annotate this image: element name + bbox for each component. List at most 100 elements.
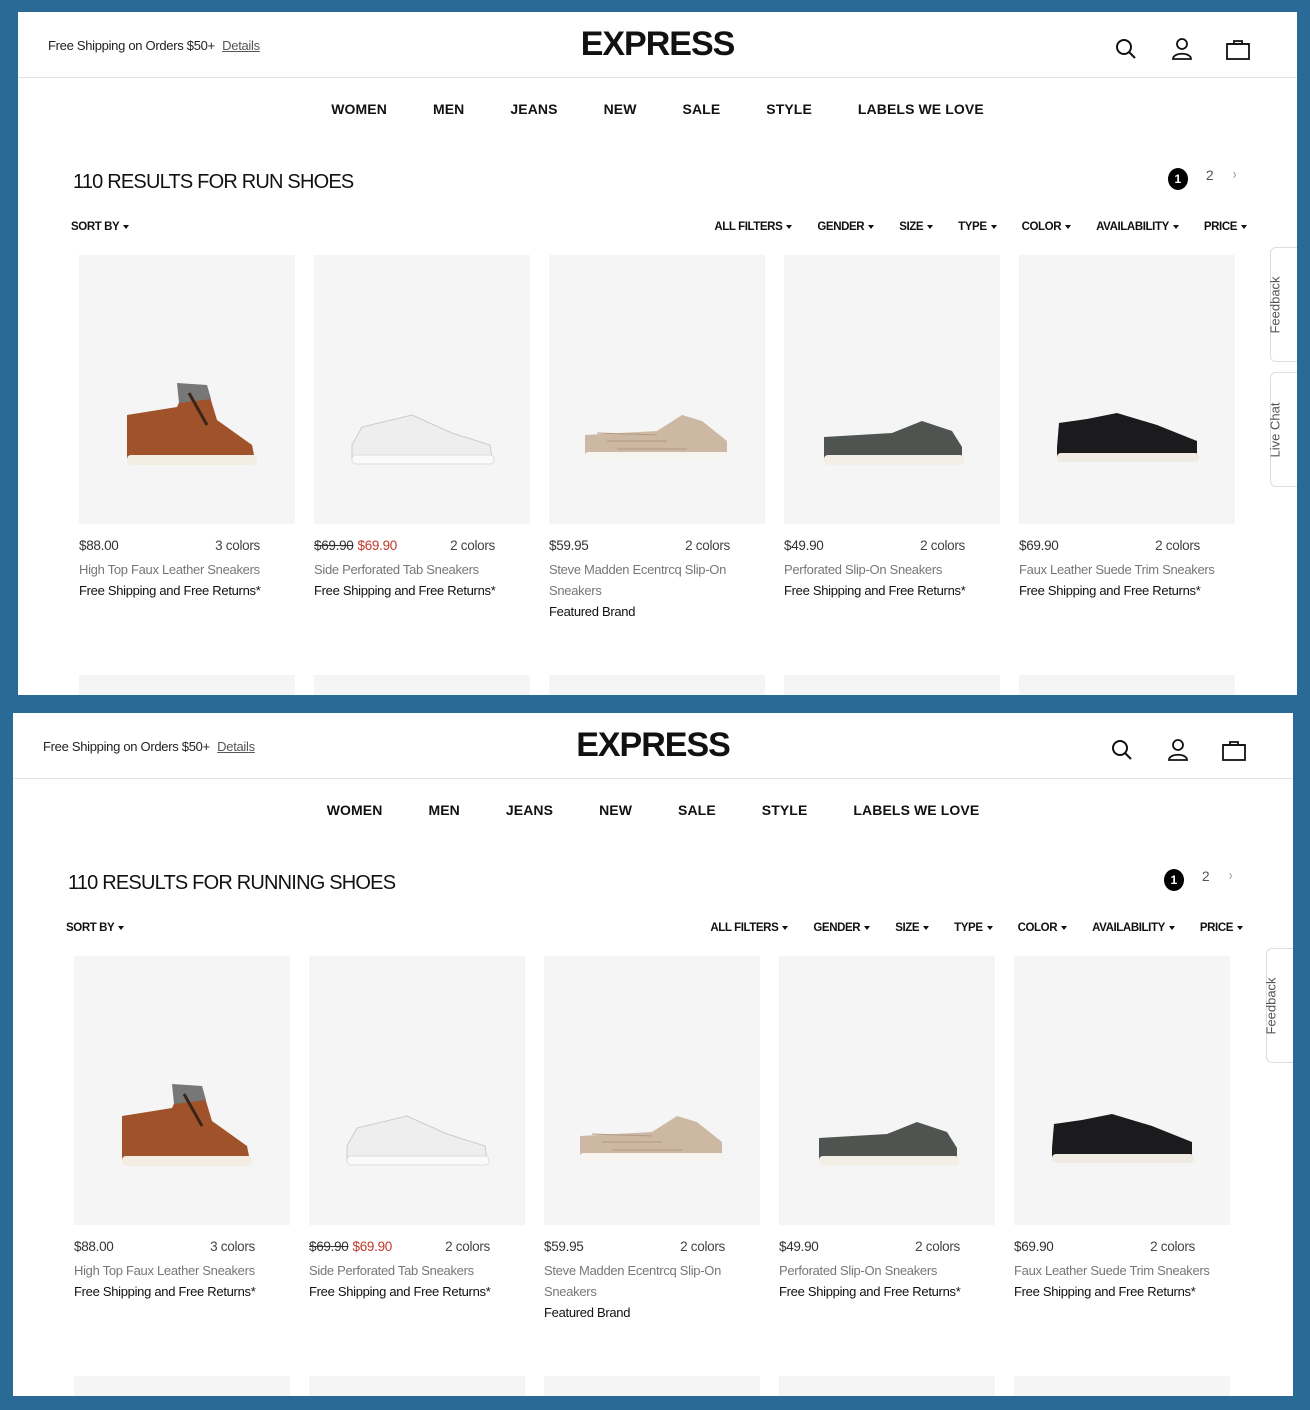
caret-down-icon bbox=[1061, 925, 1068, 930]
page-2-link[interactable]: 2 bbox=[1202, 868, 1210, 884]
product-image[interactable] bbox=[1019, 255, 1235, 524]
filter-color[interactable]: COLOR bbox=[1018, 922, 1068, 934]
details-link[interactable]: Details bbox=[217, 739, 255, 754]
nav-style[interactable]: STYLE bbox=[762, 802, 808, 869]
page-1-current[interactable]: 1 bbox=[1163, 869, 1184, 891]
caret-down-icon bbox=[782, 925, 789, 930]
nav-new[interactable]: NEW bbox=[599, 802, 632, 869]
account-icon[interactable] bbox=[1169, 36, 1195, 62]
product-name[interactable]: Perforated Slip-On Sneakers bbox=[779, 1260, 995, 1281]
nav-sale[interactable]: SALE bbox=[683, 101, 721, 168]
product-image[interactable] bbox=[314, 255, 530, 524]
product-name[interactable]: Side Perforated Tab Sneakers bbox=[309, 1260, 525, 1281]
product-card[interactable]: $59.95 2 colors Steve Madden Ecentrcq Slip… bbox=[544, 956, 760, 1323]
product-name[interactable]: High Top Faux Leather Sneakers bbox=[74, 1260, 290, 1281]
color-count[interactable]: 2 colors bbox=[450, 538, 495, 553]
nav-jeans[interactable]: JEANS bbox=[510, 101, 557, 168]
color-count[interactable]: 3 colors bbox=[210, 1239, 255, 1254]
nav-sale[interactable]: SALE bbox=[678, 802, 716, 869]
product-card[interactable]: $88.00 3 colors High Top Faux Leather Snea… bbox=[79, 255, 295, 622]
product-image[interactable] bbox=[549, 255, 765, 524]
filter-type[interactable]: TYPE bbox=[958, 221, 997, 233]
filter-all-filters[interactable]: ALL FILTERS bbox=[710, 922, 789, 934]
filter-gender[interactable]: GENDER bbox=[817, 221, 875, 233]
color-count[interactable]: 2 colors bbox=[1155, 538, 1200, 553]
product-image bbox=[544, 1376, 760, 1396]
page-1-current[interactable]: 1 bbox=[1167, 168, 1188, 190]
details-link[interactable]: Details bbox=[222, 38, 260, 53]
filter-size[interactable]: SIZE bbox=[895, 922, 930, 934]
live-chat-tab[interactable]: Live Chat bbox=[1268, 372, 1297, 487]
product-image[interactable] bbox=[79, 255, 295, 524]
product-card[interactable]: $49.90 2 colors Perforated Slip-On Sneaker… bbox=[784, 255, 1000, 622]
filter-type[interactable]: TYPE bbox=[954, 922, 993, 934]
product-name[interactable]: Steve Madden Ecentrcq Slip-On Sneakers bbox=[549, 559, 765, 601]
top-bar: Free Shipping on Orders $50+ Details EXPR… bbox=[13, 713, 1293, 779]
nav-men[interactable]: MEN bbox=[433, 101, 464, 168]
product-image[interactable] bbox=[309, 956, 525, 1225]
product-card[interactable]: $69.90 $69.90 2 colors Side Perforated Tab … bbox=[309, 956, 525, 1323]
product-image[interactable] bbox=[74, 956, 290, 1225]
color-count[interactable]: 2 colors bbox=[445, 1239, 490, 1254]
product-name[interactable]: Side Perforated Tab Sneakers bbox=[314, 559, 530, 580]
search-icon[interactable] bbox=[1109, 737, 1135, 763]
product-image[interactable] bbox=[784, 255, 1000, 524]
filter-all-filters[interactable]: ALL FILTERS bbox=[714, 221, 793, 233]
sale-price: $69.90 bbox=[357, 538, 398, 553]
feedback-tab[interactable]: Feedback bbox=[1268, 247, 1297, 362]
filter-availability[interactable]: AVAILABILITY bbox=[1096, 221, 1179, 233]
product-name[interactable]: Faux Leather Suede Trim Sneakers bbox=[1019, 559, 1235, 580]
nav-new[interactable]: NEW bbox=[604, 101, 637, 168]
free-shipping-promo: Free Shipping on Orders $50+ Details bbox=[43, 739, 255, 754]
product-name[interactable]: Steve Madden Ecentrcq Slip-On Sneakers bbox=[544, 1260, 760, 1302]
product-card[interactable]: $69.90 2 colors Faux Leather Suede Trim Sn… bbox=[1019, 255, 1235, 622]
bag-icon[interactable] bbox=[1225, 36, 1251, 62]
caret-down-icon bbox=[923, 925, 930, 930]
product-card[interactable]: $69.90 2 colors Faux Leather Suede Trim Sn… bbox=[1014, 956, 1230, 1323]
product-image[interactable] bbox=[1014, 956, 1230, 1225]
nav-style[interactable]: STYLE bbox=[766, 101, 812, 168]
next-page-icon[interactable]: › bbox=[1228, 867, 1232, 885]
product-name[interactable]: Faux Leather Suede Trim Sneakers bbox=[1014, 1260, 1230, 1281]
express-logo[interactable]: EXPRESS bbox=[581, 25, 736, 64]
product-image[interactable] bbox=[544, 956, 760, 1225]
express-logo[interactable]: EXPRESS bbox=[576, 726, 731, 765]
search-icon[interactable] bbox=[1113, 36, 1139, 62]
color-count[interactable]: 2 colors bbox=[915, 1239, 960, 1254]
product-name[interactable]: High Top Faux Leather Sneakers bbox=[79, 559, 295, 580]
nav-women[interactable]: WOMEN bbox=[331, 101, 387, 168]
color-count[interactable]: 2 colors bbox=[920, 538, 965, 553]
nav-jeans[interactable]: JEANS bbox=[506, 802, 553, 869]
product-card[interactable]: $49.90 2 colors Perforated Slip-On Sneaker… bbox=[779, 956, 995, 1323]
nav-labels-we-love[interactable]: LABELS WE LOVE bbox=[853, 802, 979, 869]
account-icon[interactable] bbox=[1165, 737, 1191, 763]
filter-gender[interactable]: GENDER bbox=[813, 922, 871, 934]
caret-down-icon bbox=[1172, 224, 1179, 229]
filter-color[interactable]: COLOR bbox=[1022, 221, 1072, 233]
page-2-link[interactable]: 2 bbox=[1206, 167, 1214, 183]
product-price: $59.95 bbox=[544, 1239, 584, 1254]
color-count[interactable]: 2 colors bbox=[1150, 1239, 1195, 1254]
color-count[interactable]: 2 colors bbox=[685, 538, 730, 553]
filter-size[interactable]: SIZE bbox=[899, 221, 934, 233]
sort-by-dropdown[interactable]: SORT BY bbox=[71, 221, 130, 233]
filter-price[interactable]: PRICE bbox=[1204, 221, 1247, 233]
nav-women[interactable]: WOMEN bbox=[327, 802, 383, 869]
nav-men[interactable]: MEN bbox=[428, 802, 459, 869]
bag-icon[interactable] bbox=[1221, 737, 1247, 763]
sort-by-dropdown[interactable]: SORT BY bbox=[66, 922, 125, 934]
color-count[interactable]: 3 colors bbox=[215, 538, 260, 553]
color-count[interactable]: 2 colors bbox=[680, 1239, 725, 1254]
filter-bar: ALL FILTERS GENDER SIZE TYPE COLOR AVAILABILI… bbox=[710, 922, 1243, 934]
product-image[interactable] bbox=[779, 956, 995, 1225]
top-bar: Free Shipping on Orders $50+ Details EXPR… bbox=[18, 12, 1297, 78]
product-card[interactable]: $59.95 2 colors Steve Madden Ecentrcq Slip… bbox=[549, 255, 765, 622]
filter-price[interactable]: PRICE bbox=[1200, 922, 1243, 934]
feedback-tab[interactable]: Feedback bbox=[1264, 948, 1293, 1063]
next-page-icon[interactable]: › bbox=[1232, 166, 1236, 184]
filter-availability[interactable]: AVAILABILITY bbox=[1092, 922, 1175, 934]
nav-labels-we-love[interactable]: LABELS WE LOVE bbox=[858, 101, 984, 168]
product-card[interactable]: $88.00 3 colors High Top Faux Leather Snea… bbox=[74, 956, 290, 1323]
product-name[interactable]: Perforated Slip-On Sneakers bbox=[784, 559, 1000, 580]
product-card[interactable]: $69.90 $69.90 2 colors Side Perforated Tab … bbox=[314, 255, 530, 622]
